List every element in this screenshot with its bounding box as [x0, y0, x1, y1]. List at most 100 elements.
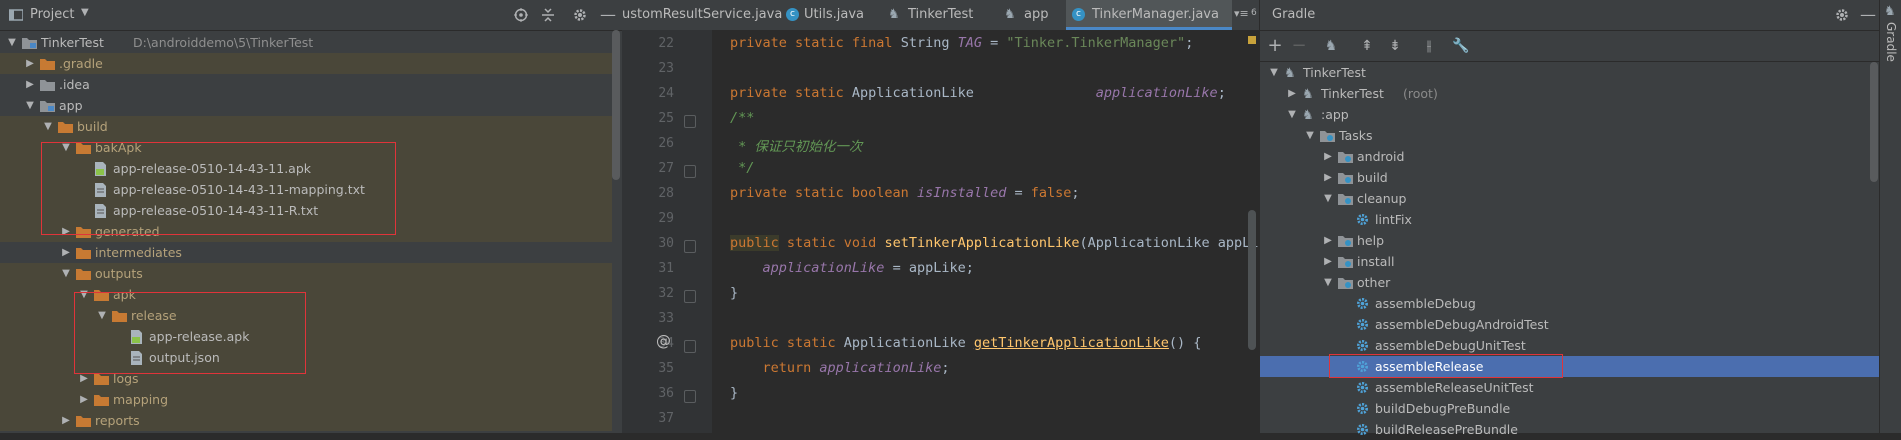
chevron-down-icon[interactable]: ▼ — [81, 7, 89, 18]
chevron-right-icon[interactable]: ▶ — [24, 53, 36, 74]
chevron-right-icon[interactable]: ▶ — [60, 410, 72, 431]
gradle-scrollbar[interactable] — [1870, 62, 1878, 182]
chevron-down-icon[interactable]: ▼ — [1304, 125, 1316, 146]
chevron-right-icon[interactable]: ▶ — [78, 389, 90, 410]
tree-item[interactable]: ▼ apk — [0, 284, 612, 305]
tree-item[interactable]: ▶ help — [1260, 230, 1880, 251]
tree-item[interactable]: buildReleasePreBundle — [1260, 419, 1880, 440]
tab-customresultservice[interactable]: ustomResultService.java — [622, 0, 782, 30]
code-line[interactable]: return applicationLike; — [730, 360, 950, 376]
chevron-right-icon[interactable]: ▶ — [60, 242, 72, 263]
tab-utils[interactable]: c Utils.java — [784, 0, 884, 30]
chevron-down-icon[interactable]: ▼ — [1268, 62, 1280, 83]
code-line[interactable]: private static final String TAG = "Tinke… — [730, 35, 1193, 51]
chevron-right-icon[interactable]: ▶ — [1322, 167, 1334, 188]
collapse-all-icon[interactable]: ⇟ — [1384, 31, 1406, 61]
override-marker-icon[interactable]: @ — [656, 332, 671, 350]
expand-all-icon[interactable]: ⇞ — [1356, 31, 1378, 61]
code-line[interactable]: } — [730, 385, 738, 401]
chevron-right-icon[interactable]: ▶ — [1322, 251, 1334, 272]
tabs-overflow-icon[interactable]: ▾≡ — [1234, 7, 1249, 20]
tree-item[interactable]: app-release-0510-14-43-11-mapping.txt — [0, 179, 612, 200]
chevron-down-icon[interactable]: ▼ — [24, 95, 36, 116]
chevron-right-icon[interactable]: ▶ — [78, 368, 90, 389]
tree-item[interactable]: assembleDebug — [1260, 293, 1880, 314]
chevron-down-icon[interactable]: ▼ — [42, 116, 54, 137]
tab-app[interactable]: ♞ app — [1004, 0, 1064, 30]
toggle-offline-icon[interactable]: ⫲ — [1418, 31, 1440, 61]
minimize-icon[interactable]: — — [600, 5, 616, 24]
chevron-right-icon[interactable]: ▶ — [1322, 146, 1334, 167]
tree-item[interactable]: ▼ release — [0, 305, 612, 326]
tree-item[interactable]: ▼ ♞:app — [1260, 104, 1880, 125]
tree-item[interactable]: ▶ ♞ TinkerTest (root) — [1260, 83, 1880, 104]
tree-item[interactable]: assembleDebugAndroidTest — [1260, 314, 1880, 335]
tree-item[interactable]: output.json — [0, 347, 612, 368]
tree-item[interactable]: lintFix — [1260, 209, 1880, 230]
tree-item[interactable]: ▶ intermediates — [0, 242, 612, 263]
tree-item[interactable]: ▶ mapping — [0, 389, 612, 410]
tree-item[interactable]: ▶ logs — [0, 368, 612, 389]
chevron-right-icon[interactable]: ▶ — [24, 74, 36, 95]
tree-item[interactable]: assembleReleaseUnitTest — [1260, 377, 1880, 398]
chevron-down-icon[interactable]: ▼ — [96, 305, 108, 326]
project-scrollbar[interactable] — [612, 30, 620, 180]
tree-item[interactable]: ▶ install — [1260, 251, 1880, 272]
tree-item[interactable]: assembleDebugUnitTest — [1260, 335, 1880, 356]
code-line[interactable]: private static boolean isInstalled = fal… — [730, 185, 1080, 201]
tree-item[interactable]: ▼ cleanup — [1260, 188, 1880, 209]
tab-tinkermanager[interactable]: c TinkerManager.java — [1066, 0, 1232, 30]
minimize-icon[interactable]: — — [1860, 5, 1876, 24]
gear-icon[interactable] — [573, 8, 587, 22]
code-line[interactable]: } — [730, 285, 738, 301]
code-line[interactable]: public static void setTinkerApplicationL… — [730, 235, 1259, 251]
tree-item[interactable]: ▼ ♞ TinkerTest — [1260, 62, 1880, 83]
tree-item[interactable]: ▶ reports — [0, 410, 612, 431]
chevron-down-icon[interactable]: ▼ — [60, 263, 72, 284]
warning-marker-icon[interactable] — [1248, 36, 1256, 44]
locate-icon[interactable] — [514, 8, 528, 22]
remove-icon[interactable]: − — [1288, 31, 1310, 61]
tree-item[interactable]: app-release-0510-14-43-11.apk — [0, 158, 612, 179]
tree-item[interactable]: app-release-0510-14-43-11-R.txt — [0, 200, 612, 221]
gradle-side-tab[interactable]: Gradle — [1884, 22, 1898, 62]
tree-item[interactable]: ▶ build — [1260, 167, 1880, 188]
tree-item-selected[interactable]: assembleRelease — [1260, 356, 1880, 377]
code-line[interactable]: public static ApplicationLike getTinkerA… — [730, 335, 1201, 351]
chevron-down-icon[interactable]: ▼ — [1286, 104, 1298, 125]
tree-item[interactable]: ▼ TinkerTest D:\androiddemo\5\TinkerTest — [0, 32, 612, 53]
gradle-elephant-icon[interactable]: ♞ — [1320, 31, 1342, 61]
code-editor[interactable]: private static final String TAG = "Tinke… — [712, 30, 1259, 433]
fold-marker-icon[interactable] — [684, 340, 696, 353]
code-line[interactable]: * 保证只初始化一次 — [730, 135, 862, 155]
fold-marker-icon[interactable] — [684, 290, 696, 303]
collapse-all-icon[interactable] — [541, 8, 555, 22]
editor-scrollbar[interactable] — [1248, 210, 1256, 350]
tree-item[interactable]: ▼ build — [0, 116, 612, 137]
tree-item[interactable]: buildDebugPreBundle — [1260, 398, 1880, 419]
tree-item[interactable]: ▶ .idea — [0, 74, 612, 95]
wrench-icon[interactable]: 🔧 — [1450, 31, 1472, 61]
chevron-down-icon[interactable]: ▼ — [78, 284, 90, 305]
tree-item[interactable]: app-release.apk — [0, 326, 612, 347]
tab-tinkertest[interactable]: ♞ TinkerTest — [888, 0, 1000, 30]
fold-marker-icon[interactable] — [684, 165, 696, 178]
chevron-down-icon[interactable]: ▼ — [60, 137, 72, 158]
chevron-right-icon[interactable]: ▶ — [1322, 230, 1334, 251]
tree-item[interactable]: ▼ outputs — [0, 263, 612, 284]
fold-marker-icon[interactable] — [684, 115, 696, 128]
chevron-right-icon[interactable]: ▶ — [60, 221, 72, 242]
gear-icon[interactable] — [1835, 8, 1849, 22]
tree-item[interactable]: ▶ .gradle — [0, 53, 612, 74]
chevron-right-icon[interactable]: ▶ — [1286, 83, 1298, 104]
project-title[interactable]: Project — [30, 7, 74, 22]
fold-marker-icon[interactable] — [684, 240, 696, 253]
tree-item[interactable]: ▼ other — [1260, 272, 1880, 293]
tree-item[interactable]: ▼ Tasks — [1260, 125, 1880, 146]
code-line[interactable]: */ — [730, 160, 754, 176]
chevron-down-icon[interactable]: ▼ — [6, 32, 18, 53]
tree-item[interactable]: ▶ generated — [0, 221, 612, 242]
code-line[interactable]: /** — [730, 110, 754, 126]
add-icon[interactable]: + — [1264, 31, 1286, 61]
code-line[interactable]: private static ApplicationLike applicati… — [730, 85, 1226, 101]
